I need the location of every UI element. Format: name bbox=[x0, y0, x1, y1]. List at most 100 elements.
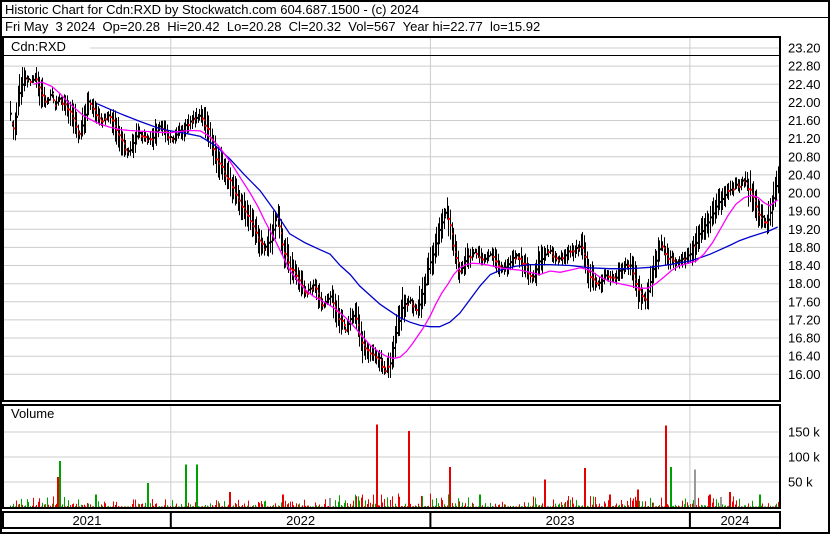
close-tick bbox=[365, 347, 367, 350]
close-tick bbox=[613, 276, 615, 279]
price-tick-label: 22.40 bbox=[788, 77, 821, 92]
year-label: 2021 bbox=[72, 513, 101, 528]
volume-bar bbox=[279, 506, 280, 507]
price-bar bbox=[750, 170, 751, 203]
volume-bar bbox=[18, 504, 19, 507]
volume-bar bbox=[368, 499, 369, 507]
price-bar bbox=[744, 178, 745, 188]
volume-bar bbox=[570, 499, 571, 507]
volume-bar bbox=[753, 506, 754, 507]
volume-bar bbox=[576, 500, 577, 507]
volume-bar bbox=[410, 503, 411, 507]
volume-bar bbox=[435, 505, 436, 507]
volume-bar bbox=[564, 503, 565, 507]
volume-bar bbox=[455, 503, 456, 507]
volume-bar bbox=[412, 506, 413, 507]
volume-bar bbox=[773, 506, 774, 507]
price-bar bbox=[150, 131, 151, 145]
volume-bar bbox=[659, 505, 660, 507]
volume-bar bbox=[47, 497, 48, 507]
price-tick-label: 16.40 bbox=[788, 349, 821, 364]
volume-bar bbox=[75, 505, 76, 507]
volume-bar bbox=[448, 494, 449, 507]
price-bar bbox=[16, 102, 17, 136]
close-tick bbox=[416, 309, 418, 312]
volume-bar bbox=[465, 503, 466, 507]
close-tick bbox=[742, 179, 744, 182]
volume-bar bbox=[442, 500, 443, 507]
volume-bar bbox=[82, 505, 83, 507]
volume-bar bbox=[578, 505, 579, 507]
price-bar bbox=[759, 200, 760, 226]
price-bar bbox=[68, 100, 69, 124]
volume-bar bbox=[608, 500, 609, 507]
close-tick bbox=[85, 113, 87, 116]
volume-bar bbox=[70, 505, 71, 507]
volume-spike bbox=[670, 467, 672, 507]
close-tick bbox=[56, 101, 58, 104]
close-tick bbox=[36, 78, 38, 81]
volume-bar bbox=[107, 506, 108, 507]
volume-bar bbox=[33, 497, 34, 507]
close-tick bbox=[344, 324, 346, 326]
volume-bar bbox=[452, 503, 453, 507]
close-tick bbox=[444, 216, 446, 219]
close-tick bbox=[508, 263, 510, 266]
price-bar bbox=[521, 247, 522, 267]
close-tick bbox=[419, 303, 421, 306]
volume-bar bbox=[352, 505, 353, 507]
price-bar bbox=[438, 223, 439, 256]
price-bar bbox=[352, 308, 353, 325]
close-tick bbox=[88, 100, 90, 103]
price-bar bbox=[336, 300, 337, 328]
close-tick bbox=[685, 257, 687, 260]
volume-bar bbox=[288, 503, 289, 507]
volume-bar bbox=[210, 503, 211, 507]
volume-bar bbox=[202, 506, 203, 507]
volume-bar bbox=[748, 503, 749, 507]
price-tick-label: 21.20 bbox=[788, 131, 821, 146]
volume-bar bbox=[228, 504, 229, 507]
volume-bar bbox=[673, 505, 674, 507]
volume-bar bbox=[390, 499, 391, 507]
price-bar bbox=[359, 314, 360, 347]
close-tick bbox=[570, 250, 572, 253]
volume-bar bbox=[625, 506, 626, 507]
volume-bar bbox=[62, 504, 63, 507]
price-bar bbox=[267, 236, 268, 256]
price-bar bbox=[602, 274, 603, 293]
volume-bar bbox=[170, 506, 171, 507]
close-tick bbox=[630, 264, 632, 267]
price-bar bbox=[32, 75, 33, 84]
volume-bar bbox=[724, 505, 725, 507]
volume-bar bbox=[261, 501, 262, 507]
price-bar bbox=[561, 250, 562, 261]
volume-bar bbox=[513, 506, 514, 507]
price-bar bbox=[472, 246, 473, 261]
close-tick bbox=[736, 183, 738, 186]
volume-bar bbox=[473, 504, 474, 507]
volume-bar bbox=[685, 498, 686, 507]
close-tick bbox=[339, 318, 341, 321]
close-tick bbox=[456, 257, 458, 260]
close-tick bbox=[713, 212, 715, 215]
price-bar bbox=[190, 115, 191, 130]
year-label: 2022 bbox=[286, 513, 315, 528]
close-tick bbox=[188, 124, 190, 127]
price-bar bbox=[250, 204, 251, 231]
close-tick bbox=[110, 116, 112, 119]
price-bar bbox=[690, 243, 691, 263]
price-bar bbox=[235, 176, 236, 206]
price-bar bbox=[130, 141, 131, 156]
close-tick bbox=[70, 110, 72, 113]
price-bar bbox=[127, 148, 128, 159]
price-bar bbox=[88, 91, 89, 116]
volume-bar bbox=[259, 503, 260, 507]
price-bar bbox=[708, 213, 709, 238]
close-tick bbox=[748, 188, 750, 191]
close-tick bbox=[19, 92, 21, 95]
volume-bar bbox=[582, 505, 583, 507]
price-bar bbox=[132, 133, 133, 153]
volume-bar bbox=[298, 504, 299, 507]
close-tick bbox=[333, 302, 335, 305]
